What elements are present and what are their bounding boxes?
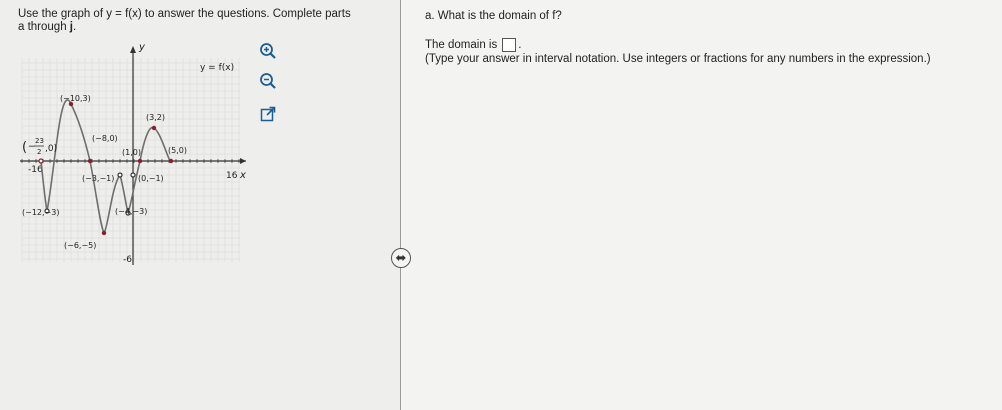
domain-answer-input[interactable] [502,38,517,52]
function-label: y = f(x) [200,63,234,73]
point-label: (5,0) [168,146,187,155]
function-graph: y x 16 -16 -6 y = f(x) (−10,3) (−8,0) (1… [20,42,246,265]
point-label: (−3,−1) [82,174,114,183]
point [151,125,157,131]
domain-prefix: The domain is [425,39,498,51]
svg-text:,0): ,0) [45,144,57,154]
open-point [117,172,123,178]
x-axis-arrow [240,158,246,164]
open-point [130,172,136,178]
zoom-in-icon[interactable] [258,41,278,61]
point-label: (1,0) [122,148,141,157]
answer-hint: (Type your answer in interval notation. … [425,53,931,65]
curve-start [40,160,48,212]
open-point [38,158,44,164]
zoom-out-icon[interactable] [258,71,278,91]
point-label: (−4,−3) [115,207,147,216]
x-axis-label: x [239,170,246,181]
y-axis-label: y [138,42,146,53]
point [101,230,107,236]
point-label: (−6,−5) [64,241,96,250]
point-label: (3,2) [146,113,165,122]
domain-line: The domain is . [425,38,521,52]
svg-text:23: 23 [35,137,44,145]
point [87,158,93,164]
x-tick-left: -16 [28,165,43,175]
svg-text:(: ( [22,140,27,155]
point-label: (0,−1) [138,174,164,183]
point-label: (−8,0) [92,134,118,143]
x-tick-right: 16 [226,171,238,181]
point-label: (−12,−3) [22,208,59,217]
open-external-icon[interactable] [258,104,278,124]
point-label: (−10,3) [60,94,91,103]
domain-period: . [518,39,522,51]
y-tick-bottom: -6 [123,255,132,265]
point [137,158,143,164]
svg-text:2: 2 [37,148,41,156]
point [168,158,174,164]
part-a-question: a. What is the domain of f? [425,10,562,22]
curve-right [119,126,172,216]
y-axis-arrow [130,46,136,53]
pane-divider[interactable] [400,0,401,410]
